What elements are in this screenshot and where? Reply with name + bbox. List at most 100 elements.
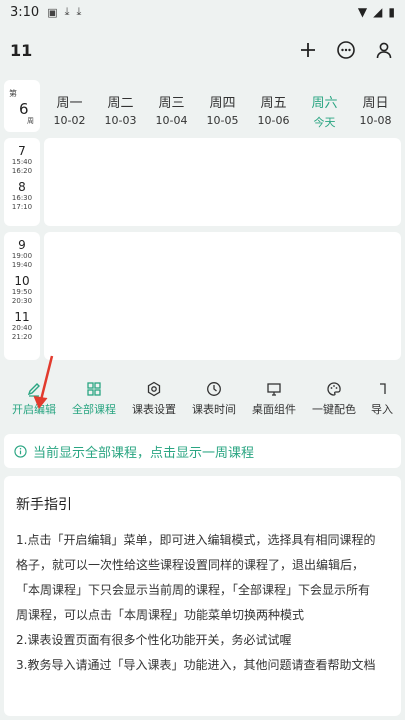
toolbar-label: 课表时间 xyxy=(192,403,236,416)
day-header: 周日 10-08 xyxy=(350,80,401,132)
day-name: 周六 xyxy=(311,96,338,111)
person-icon xyxy=(376,42,392,59)
guide-line: 「本周课程」下只会显示当前周的课程，「全部课程」下会显示所有 xyxy=(16,583,371,597)
app-bar: 11 xyxy=(0,24,405,76)
period-start: 15:40 xyxy=(11,158,33,166)
clock-icon xyxy=(207,382,221,396)
day-name: 周五 xyxy=(260,96,287,111)
period-column: 7 15:40 16:20 8 16:30 17:10 xyxy=(4,138,40,226)
toolbar-label: 课表设置 xyxy=(132,403,176,416)
course-grid[interactable] xyxy=(44,138,401,226)
toolbar-time[interactable]: 课表时间 xyxy=(184,374,244,426)
day-columns: 周一 10-02 周二 10-03 周三 10-04 周四 10-05 周五 10-06 … xyxy=(44,80,401,132)
day-date: 今天 xyxy=(313,116,336,129)
toolbar-edit[interactable]: 开启编辑 xyxy=(4,374,64,426)
page-title: 11 xyxy=(10,40,33,60)
download-icon: ⤓ xyxy=(64,5,70,18)
day-date: 10-08 xyxy=(359,114,392,127)
toolbar-label: 全部课程 xyxy=(72,403,116,416)
day-name: 周二 xyxy=(107,96,134,111)
period-number: 11 xyxy=(14,310,30,324)
day-date: 10-05 xyxy=(206,114,239,127)
period-number: 8 xyxy=(18,180,26,194)
toolbar-widget[interactable]: 桌面组件 xyxy=(244,374,304,426)
info-icon xyxy=(14,444,27,458)
period-column: 9 19:00 19:40 10 19:50 20:30 11 20:40 21… xyxy=(4,232,40,360)
toolbar-label: 桌面组件 xyxy=(252,403,296,416)
period-slot: 8 16:30 17:10 xyxy=(4,180,40,212)
day-name: 周一 xyxy=(56,96,83,111)
period-end: 16:20 xyxy=(11,167,33,175)
period-slot: 11 20:40 21:20 xyxy=(4,310,40,342)
monitor-icon xyxy=(267,383,281,396)
day-name: 周日 xyxy=(362,96,389,111)
day-date: 10-06 xyxy=(257,114,290,127)
guide-line: 2.课表设置页面有很多个性化功能开关，务必试试喔 xyxy=(16,633,292,647)
week-suffix: 周 xyxy=(27,117,34,125)
period-slot: 10 19:50 20:30 xyxy=(4,274,40,306)
signal-icon: ◢ xyxy=(373,5,383,19)
period-end: 17:10 xyxy=(11,203,33,211)
toolbar-import[interactable]: 导入 xyxy=(364,374,400,426)
wifi-icon: ▼ xyxy=(357,5,368,19)
period-start: 16:30 xyxy=(11,194,33,202)
period-slot: 9 19:00 19:40 xyxy=(4,238,40,270)
course-grid[interactable] xyxy=(44,232,401,360)
period-number: 9 xyxy=(18,238,26,252)
day-header: 周三 10-04 xyxy=(146,80,197,132)
beginner-guide-card: 新手指引 1.点击「开启编辑」菜单，即可进入编辑模式，选择具有相同课程的 格子，… xyxy=(4,476,401,716)
day-header: 周一 10-02 xyxy=(44,80,95,132)
function-toolbar: 开启编辑 全部课程 课表设置 课表时间 桌面组件 一键配色 导入 xyxy=(4,374,405,426)
guide-line: 1.点击「开启编辑」菜单，即可进入编辑模式，选择具有相同课程的 xyxy=(16,533,376,547)
guide-line: 3.教务导入请通过「导入课表」功能进入，其他问题请查看帮助文档 xyxy=(16,658,376,672)
toolbar-settings[interactable]: 课表设置 xyxy=(124,374,184,426)
import-icon xyxy=(380,383,386,394)
period-start: 19:00 xyxy=(11,252,33,260)
toolbar-label: 导入 xyxy=(371,403,393,416)
period-end: 20:30 xyxy=(11,297,33,305)
period-end: 19:40 xyxy=(11,261,33,269)
day-header: 周二 10-03 xyxy=(95,80,146,132)
pencil-icon xyxy=(27,383,40,397)
guide-line: 周课程，可以点击「本周课程」功能菜单切换两种模式 xyxy=(16,608,305,622)
period-number: 10 xyxy=(14,274,30,288)
period-end: 21:20 xyxy=(11,333,33,341)
more-button[interactable] xyxy=(335,39,357,61)
download-icon-2: ⤓ xyxy=(76,5,82,18)
sd-card-icon: ▣ xyxy=(47,5,58,19)
toolbar-color[interactable]: 一键配色 xyxy=(304,374,364,426)
grid-icon xyxy=(87,382,101,396)
week-header: 第 6 周 周一 10-02 周二 10-03 周三 10-04 周四 10-05 周五… xyxy=(4,80,401,132)
toolbar-all-courses[interactable]: 全部课程 xyxy=(64,374,124,426)
guide-title: 新手指引 xyxy=(16,497,72,513)
more-circle-icon xyxy=(337,41,355,59)
battery-icon: ▮ xyxy=(388,5,395,19)
week-prefix: 第 xyxy=(9,89,17,98)
palette-icon xyxy=(327,382,341,396)
toolbar-label: 一键配色 xyxy=(312,403,356,416)
timetable-block-afternoon: 7 15:40 16:20 8 16:30 17:10 xyxy=(4,138,401,226)
timetable-block-evening: 9 19:00 19:40 10 19:50 20:30 11 20:40 21… xyxy=(4,232,401,360)
day-date: 10-04 xyxy=(155,114,188,127)
add-button[interactable] xyxy=(297,39,319,61)
day-header: 周五 10-06 xyxy=(248,80,299,132)
day-date: 10-03 xyxy=(104,114,137,127)
course-mode-notice[interactable]: 当前显示全部课程，点击显示一周课程 xyxy=(4,434,401,468)
period-start: 19:50 xyxy=(11,288,33,296)
day-name: 周三 xyxy=(158,96,185,111)
day-header-today: 周六 今天 xyxy=(299,80,350,132)
day-date: 10-02 xyxy=(53,114,86,127)
plus-icon xyxy=(301,43,315,57)
period-start: 20:40 xyxy=(11,324,33,332)
notice-text: 当前显示全部课程，点击显示一周课程 xyxy=(33,445,255,461)
toolbar-label: 开启编辑 xyxy=(12,403,56,416)
gear-icon xyxy=(147,381,161,397)
profile-button[interactable] xyxy=(373,39,395,61)
period-slot: 7 15:40 16:20 xyxy=(4,144,40,176)
day-header: 周四 10-05 xyxy=(197,80,248,132)
guide-line: 格子，就可以一次性给这些课程设置同样的课程了，退出编辑后， xyxy=(16,558,365,572)
day-name: 周四 xyxy=(209,96,236,111)
week-indicator[interactable]: 第 6 周 xyxy=(4,80,40,132)
status-bar: 3:10 ▣ ⤓ ⤓ ▼ ◢ ▮ xyxy=(0,0,405,24)
period-number: 7 xyxy=(18,144,26,158)
